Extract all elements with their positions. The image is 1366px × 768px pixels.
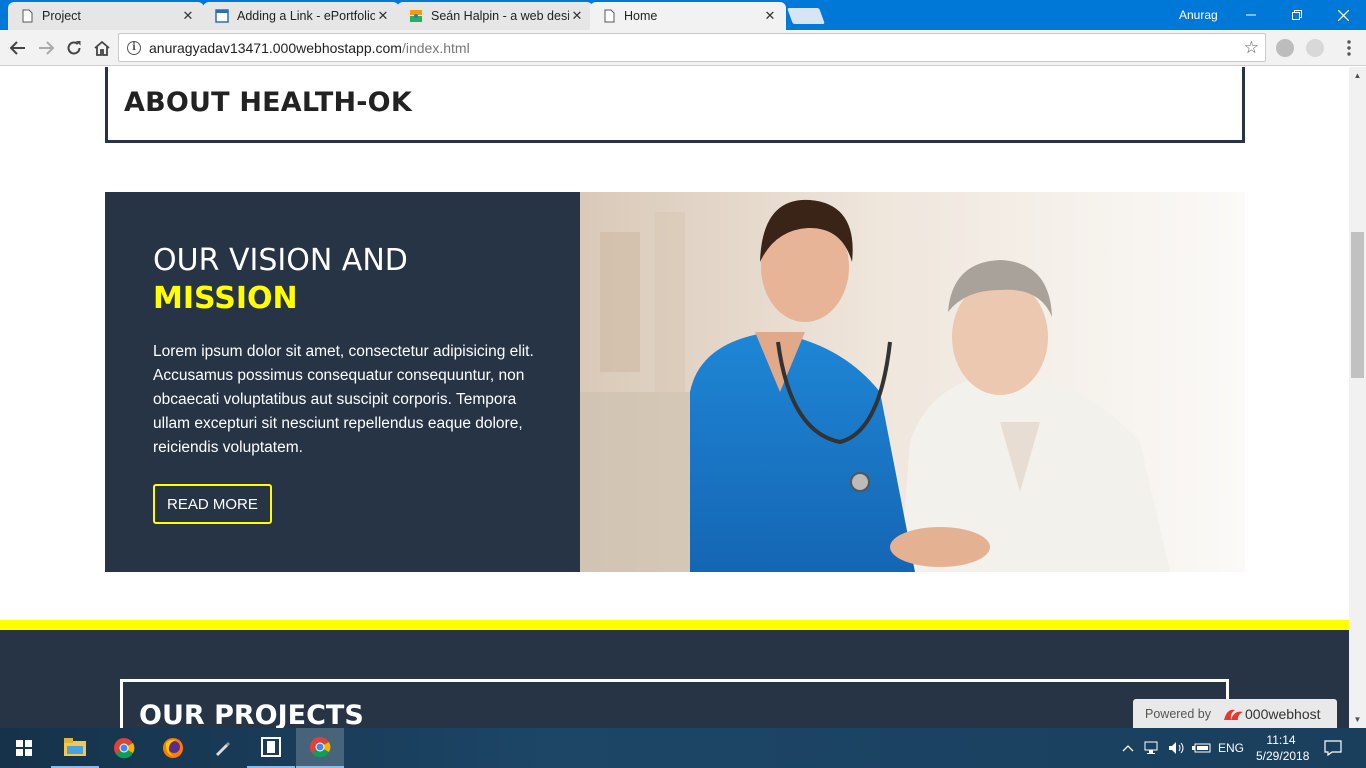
about-section: ABOUT HEALTH-OK xyxy=(105,67,1245,143)
extension-icon[interactable] xyxy=(1306,39,1324,57)
scroll-thumb[interactable] xyxy=(1351,232,1364,378)
vision-panel: OUR VISION AND MISSION Lorem ipsum dolor… xyxy=(105,192,580,572)
firefox-icon[interactable] xyxy=(149,728,197,768)
url-path: /index.html xyxy=(401,39,470,56)
title-bar: Project ✕ Adding a Link - ePortfolio ✕ S… xyxy=(0,0,1366,30)
page-scrollbar[interactable]: ▲ ▼ xyxy=(1349,67,1366,728)
about-title: ABOUT HEALTH-OK xyxy=(124,87,412,118)
read-more-button[interactable]: READ MORE xyxy=(153,484,272,524)
tab-title: Adding a Link - ePortfolio xyxy=(237,9,375,23)
url-host: anuragyadav13471.000webhostapp.com xyxy=(149,39,402,56)
action-center-icon[interactable] xyxy=(1324,728,1342,768)
nurse-patient-photo xyxy=(580,192,1245,572)
restore-icon[interactable] xyxy=(1274,0,1320,30)
chrome-active-icon[interactable] xyxy=(296,728,344,768)
new-tab-button[interactable] xyxy=(787,8,825,24)
close-window-icon[interactable] xyxy=(1320,0,1366,30)
close-icon[interactable]: ✕ xyxy=(180,8,196,24)
network-icon[interactable] xyxy=(1144,728,1162,768)
pen-tool-icon[interactable] xyxy=(198,728,246,768)
forward-arrow-icon[interactable] xyxy=(33,35,59,61)
menu-kebab-icon[interactable] xyxy=(1336,35,1362,61)
tab-sean-halpin[interactable]: Seán Halpin - a web desi ✕ xyxy=(397,2,593,30)
section-divider xyxy=(0,620,1349,630)
windows-taskbar: ENG 11:14 5/29/2018 xyxy=(0,728,1366,768)
powered-by-label: Powered by xyxy=(1145,707,1212,721)
tab-project[interactable]: Project ✕ xyxy=(8,2,204,30)
projects-title: OUR PROJECTS xyxy=(139,700,364,728)
tab-title: Seán Halpin - a web desi xyxy=(431,9,569,23)
browser-toolbar: i anuragyadav13471.000webhostapp.com/ind… xyxy=(0,30,1366,66)
vision-title: OUR VISION AND MISSION xyxy=(153,242,408,318)
close-icon[interactable]: ✕ xyxy=(762,8,778,24)
tab-home[interactable]: Home ✕ xyxy=(590,2,786,30)
reload-icon[interactable] xyxy=(61,35,87,61)
bookmark-star-icon[interactable]: ☆ xyxy=(1244,38,1259,58)
info-icon[interactable]: i xyxy=(127,40,141,55)
extension-icon[interactable] xyxy=(1276,39,1294,57)
page-icon xyxy=(602,8,616,24)
vision-title-highlight: MISSION xyxy=(153,281,298,316)
profile-name[interactable]: Anurag xyxy=(1179,8,1218,22)
close-icon[interactable]: ✕ xyxy=(569,8,585,24)
app-window-icon[interactable] xyxy=(247,728,295,768)
back-arrow-icon[interactable] xyxy=(5,35,31,61)
close-icon[interactable]: ✕ xyxy=(375,8,391,24)
home-icon[interactable] xyxy=(89,35,115,61)
battery-icon[interactable] xyxy=(1192,728,1212,768)
windows-start-icon[interactable] xyxy=(0,728,48,768)
tab-eportfolio[interactable]: Adding a Link - ePortfolio ✕ xyxy=(203,2,399,30)
powered-by-brand: 000webhost xyxy=(1245,706,1321,722)
address-bar[interactable]: i anuragyadav13471.000webhostapp.com/ind… xyxy=(118,33,1266,62)
projects-title-box: OUR PROJECTS xyxy=(120,679,1229,728)
language-indicator[interactable]: ENG xyxy=(1218,728,1244,768)
system-clock[interactable]: 11:14 5/29/2018 xyxy=(1256,732,1310,764)
powered-by-badge[interactable]: Powered by 000webhost xyxy=(1133,699,1337,729)
chrome-icon[interactable] xyxy=(100,728,148,768)
scroll-up-arrow-icon[interactable]: ▲ xyxy=(1349,67,1366,84)
eportfolio-icon xyxy=(215,8,229,24)
tab-title: Home xyxy=(624,9,658,23)
clock-date: 5/29/2018 xyxy=(1256,749,1310,763)
volume-icon[interactable] xyxy=(1168,728,1186,768)
page-icon xyxy=(20,8,34,24)
vision-title-line1: OUR VISION AND xyxy=(153,243,408,278)
site-icon xyxy=(409,8,423,24)
vision-text: Lorem ipsum dolor sit amet, consectetur … xyxy=(153,343,534,456)
file-explorer-icon[interactable] xyxy=(51,728,99,768)
clock-time: 11:14 xyxy=(1266,733,1296,747)
minimize-icon[interactable] xyxy=(1228,0,1274,30)
page-viewport: ABOUT HEALTH-OK OUR VISION AND MISSION L… xyxy=(0,67,1349,728)
show-hidden-icons-icon[interactable] xyxy=(1122,728,1134,768)
scroll-down-arrow-icon[interactable]: ▼ xyxy=(1349,711,1366,728)
000webhost-logo-icon xyxy=(1221,704,1247,727)
tab-title: Project xyxy=(42,9,81,23)
